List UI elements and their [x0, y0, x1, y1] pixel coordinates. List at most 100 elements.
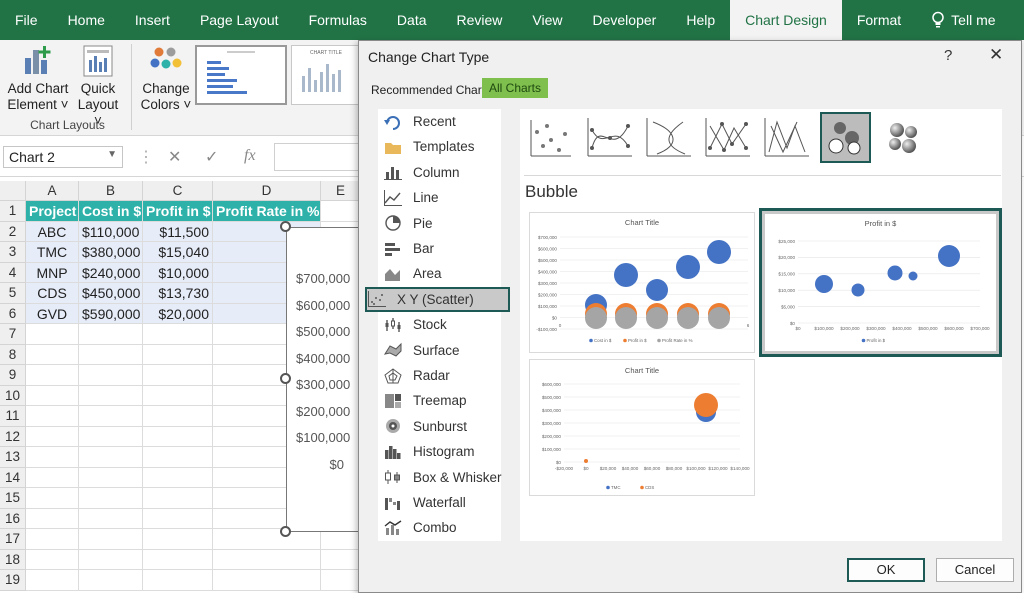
empty-cell[interactable] [79, 344, 143, 365]
row-header[interactable]: 6 [0, 303, 26, 324]
empty-cell[interactable] [79, 467, 143, 488]
chart-type-stock[interactable]: Stock [383, 312, 519, 337]
cancel-entry-icon[interactable]: ✕ [168, 147, 181, 167]
chart-resize-handle[interactable] [280, 526, 291, 537]
scatter-straight-markers-subtype[interactable] [702, 112, 753, 163]
tab-chart-design[interactable]: Chart Design [730, 0, 842, 40]
empty-cell[interactable] [143, 570, 213, 591]
chart-type-area[interactable]: Area [383, 261, 519, 286]
row-header[interactable]: 1 [0, 201, 26, 222]
chart-type-x-y-scatter[interactable]: X Y (Scatter) [365, 286, 510, 312]
change-colors-button[interactable]: Change Colors ˅ [137, 44, 195, 113]
chart-resize-handle[interactable] [280, 221, 291, 232]
empty-cell[interactable] [143, 324, 213, 345]
empty-cell[interactable] [26, 324, 79, 345]
chart-type-column[interactable]: Column [383, 160, 519, 185]
tab-developer[interactable]: Developer [578, 0, 672, 40]
scatter-straight-subtype[interactable] [761, 112, 812, 163]
empty-cell[interactable] [26, 426, 79, 447]
formula-input[interactable] [274, 143, 364, 171]
chart-type-combo[interactable]: Combo [383, 515, 519, 540]
row-header[interactable]: 15 [0, 488, 26, 509]
empty-cell[interactable] [26, 365, 79, 386]
close-button[interactable]: ✕ [989, 45, 1003, 65]
empty-cell[interactable] [143, 365, 213, 386]
chart-type-sunburst[interactable]: Sunburst [383, 414, 519, 439]
3d-bubble-subtype[interactable] [879, 112, 930, 163]
insert-function-icon[interactable]: fx [244, 147, 256, 165]
column-header[interactable]: E [321, 181, 361, 201]
tab-data[interactable]: Data [382, 0, 442, 40]
empty-cell[interactable] [143, 406, 213, 427]
row-header[interactable]: 9 [0, 365, 26, 386]
empty-cell[interactable] [143, 508, 213, 529]
empty-cell[interactable] [26, 406, 79, 427]
empty-cell[interactable] [321, 549, 361, 570]
row-header[interactable]: 11 [0, 406, 26, 427]
chart-style-thumb-2[interactable]: CHART TITLE [291, 45, 361, 105]
scatter-subtype[interactable] [525, 112, 576, 163]
empty-cell[interactable] [213, 570, 321, 591]
table-cell[interactable]: $590,000 [79, 303, 143, 324]
tab-review[interactable]: Review [442, 0, 518, 40]
empty-cell[interactable] [213, 549, 321, 570]
empty-cell[interactable] [79, 570, 143, 591]
empty-cell[interactable] [26, 508, 79, 529]
chart-type-line[interactable]: Line [383, 185, 519, 210]
add-chart-element-button[interactable]: Add Chart Element ˅ [6, 44, 70, 113]
empty-cell[interactable] [143, 447, 213, 468]
scatter-smooth-markers-subtype[interactable] [584, 112, 635, 163]
chart-type-radar[interactable]: Radar [383, 363, 519, 388]
table-cell[interactable]: $110,000 [79, 221, 143, 242]
row-header[interactable]: 7 [0, 324, 26, 345]
empty-cell[interactable] [79, 488, 143, 509]
empty-cell[interactable] [79, 426, 143, 447]
table-cell[interactable]: $15,040 [143, 242, 213, 263]
chart-type-histogram[interactable]: Histogram [383, 439, 519, 464]
help-button[interactable]: ? [944, 47, 952, 64]
empty-cell[interactable] [79, 549, 143, 570]
empty-cell[interactable] [26, 467, 79, 488]
empty-cell[interactable] [26, 549, 79, 570]
empty-cell[interactable] [79, 529, 143, 550]
tab-recommended-charts[interactable]: Recommended Charts [371, 83, 491, 97]
table-cell[interactable]: TMC [26, 242, 79, 263]
empty-cell[interactable] [79, 324, 143, 345]
chart-type-templates[interactable]: Templates [383, 134, 519, 159]
table-header-cell[interactable]: Profit Rate in % [213, 201, 321, 222]
empty-cell[interactable] [26, 488, 79, 509]
table-cell[interactable]: $20,000 [143, 303, 213, 324]
row-header[interactable]: 8 [0, 344, 26, 365]
table-cell[interactable]: MNP [26, 262, 79, 283]
empty-cell[interactable] [321, 570, 361, 591]
bubble-preview-by-project[interactable]: Chart Title $600,000 $500,000 $400,000 $300,… [529, 359, 755, 496]
table-header-cell[interactable]: Profit in $ [143, 201, 213, 222]
empty-cell[interactable] [143, 426, 213, 447]
tab-home[interactable]: Home [53, 0, 120, 40]
empty-cell[interactable] [26, 385, 79, 406]
column-header[interactable]: A [26, 181, 79, 201]
table-cell[interactable]: $450,000 [79, 283, 143, 304]
tab-file[interactable]: File [0, 0, 53, 40]
chart-resize-handle[interactable] [280, 373, 291, 384]
row-header[interactable]: 17 [0, 529, 26, 550]
row-header[interactable]: 18 [0, 549, 26, 570]
select-all-corner[interactable] [0, 181, 26, 201]
empty-cell[interactable] [143, 529, 213, 550]
table-cell[interactable]: ABC [26, 221, 79, 242]
row-header[interactable]: 5 [0, 283, 26, 304]
empty-cell[interactable] [143, 467, 213, 488]
chart-type-surface[interactable]: Surface [383, 338, 519, 363]
chart-type-pie[interactable]: Pie [383, 211, 519, 236]
empty-cell[interactable] [26, 447, 79, 468]
column-header[interactable]: B [79, 181, 143, 201]
row-header[interactable]: 14 [0, 467, 26, 488]
empty-cell[interactable] [143, 385, 213, 406]
bubble-preview-all-series[interactable]: Chart Title $700,000 $600,000 $500,000 $400,… [529, 212, 755, 353]
chart-type-box-whisker[interactable]: Box & Whisker [383, 465, 519, 490]
empty-cell[interactable] [143, 549, 213, 570]
table-cell[interactable]: GVD [26, 303, 79, 324]
confirm-entry-icon[interactable]: ✓ [205, 147, 218, 167]
table-cell[interactable]: $380,000 [79, 242, 143, 263]
table-cell[interactable]: $240,000 [79, 262, 143, 283]
